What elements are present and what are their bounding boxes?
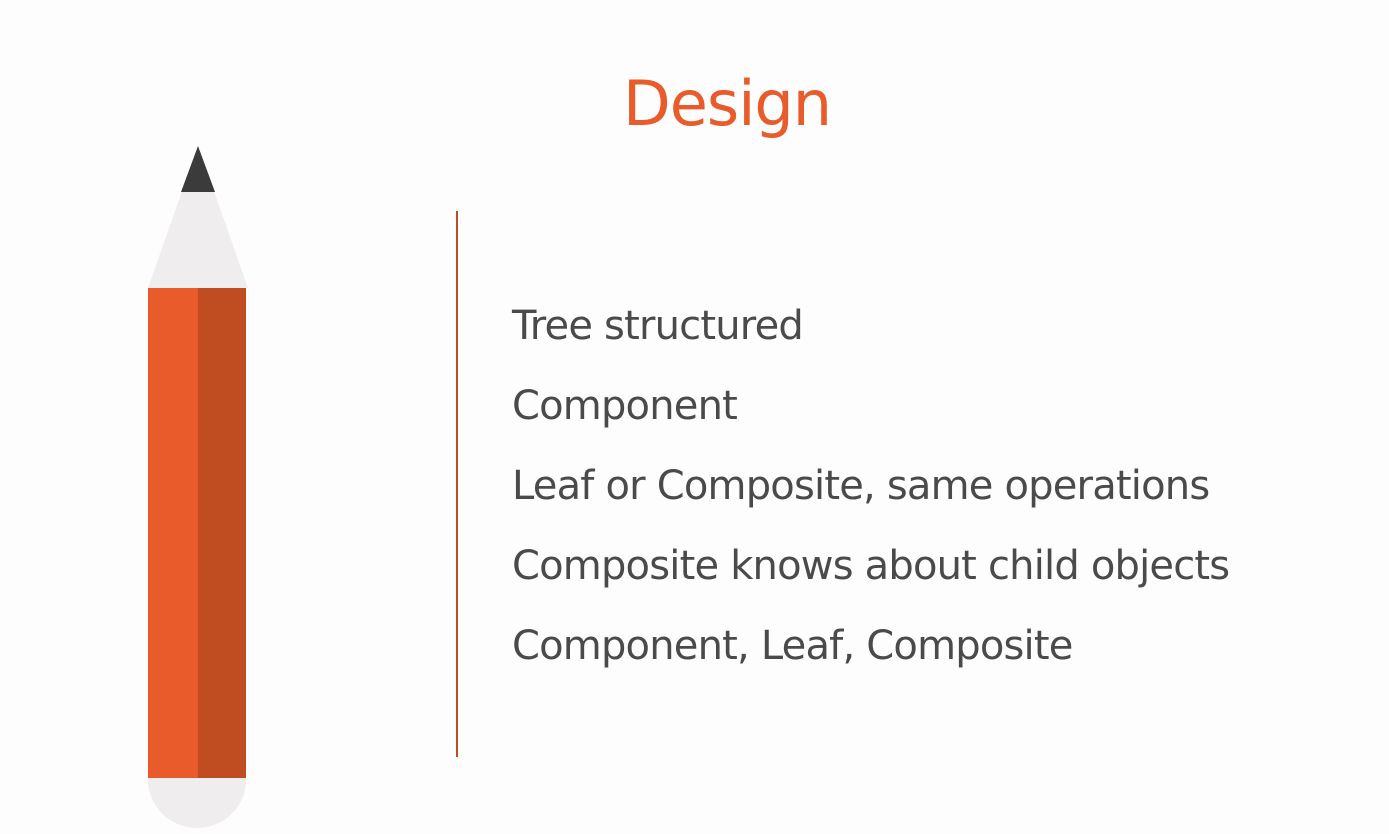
bullet-item: Composite knows about child objects (512, 543, 1230, 589)
bullet-item: Leaf or Composite, same operations (512, 463, 1210, 509)
pencil-body-dark (198, 288, 246, 778)
bullet-list: Tree structured Component Leaf or Compos… (512, 296, 1230, 696)
vertical-divider (456, 211, 458, 757)
slide: Design Tree structured Component Leaf or… (0, 0, 1389, 834)
pencil-icon (148, 146, 248, 828)
slide-title: Design (623, 67, 832, 140)
pencil-graphite (181, 146, 215, 192)
pencil-body-light (148, 288, 198, 778)
bullet-item: Tree structured (512, 303, 804, 349)
bullet-item: Component (512, 383, 738, 429)
pencil-eraser (148, 778, 246, 828)
bullet-item: Component, Leaf, Composite (512, 623, 1073, 669)
